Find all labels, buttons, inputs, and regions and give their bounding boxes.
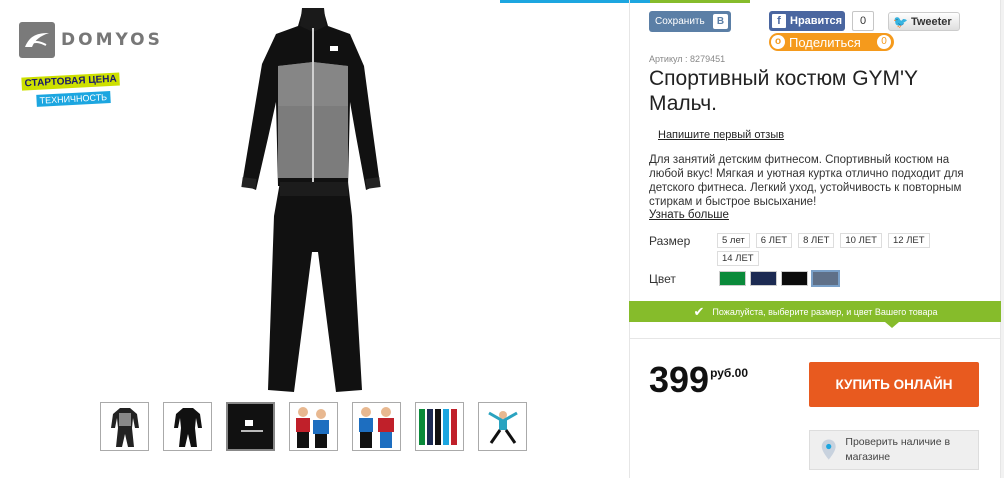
size-label: Размер — [649, 234, 691, 248]
badge-line2: ТЕХНИЧНОСТЬ — [36, 90, 111, 107]
vk-save-button[interactable]: Сохранить В — [649, 11, 731, 32]
color-swatch-black[interactable] — [781, 271, 808, 286]
size-option[interactable]: 14 ЛЕТ — [717, 251, 759, 266]
tweet-label: Tweeter — [910, 15, 952, 28]
badge-line1: СТАРТОВАЯ ЦЕНА — [21, 72, 121, 91]
product-description: Для занятий детским фитнесом. Спортивный… — [649, 154, 964, 208]
facebook-like-button[interactable]: f Нравится — [769, 11, 845, 31]
odnoklassniki-share-button[interactable]: o Поделиться 0 — [769, 33, 894, 51]
color-label: Цвет — [649, 272, 676, 286]
selection-alert: ✔ Пожалуйста, выберите размер, и цвет Ва… — [629, 301, 1002, 322]
brand-name: DOMYOS — [61, 30, 163, 50]
map-pin-icon — [821, 439, 836, 460]
vk-icon: В — [713, 14, 728, 29]
domyos-icon — [19, 22, 55, 58]
starting-price-badge: СТАРТОВАЯ ЦЕНА ТЕХНИЧНОСТЬ — [21, 68, 121, 109]
product-main-image[interactable] — [232, 6, 394, 394]
size-options: 5 лет 6 ЛЕТ 8 ЛЕТ 10 ЛЕТ 12 ЛЕТ 14 ЛЕТ — [717, 233, 947, 266]
price-currency: руб.00 — [710, 366, 749, 380]
product-price: 399 руб.00 — [649, 360, 748, 400]
facebook-icon: f — [772, 14, 786, 28]
thumbnail-kids-blue[interactable] — [352, 402, 401, 451]
checkmark-icon: ✔ — [693, 303, 705, 319]
tweet-button[interactable]: 🐦 Tweeter — [888, 12, 960, 31]
top-accent-blue — [500, 0, 650, 3]
size-option[interactable]: 5 лет — [717, 233, 750, 248]
size-option[interactable]: 6 ЛЕТ — [755, 233, 793, 248]
alert-text: Пожалуйста, выберите размер, и цвет Ваше… — [712, 306, 938, 317]
thumbnail-logo-detail[interactable] — [226, 402, 275, 451]
facebook-like-count: 0 — [852, 11, 874, 31]
check-store-availability-button[interactable]: Проверить наличие в магазине — [809, 430, 979, 470]
thumbnail-strip — [100, 402, 527, 451]
size-option[interactable]: 12 ЛЕТ — [887, 233, 930, 248]
thumbnail-front-view[interactable] — [100, 402, 149, 451]
article-number: Артикул : 8279451 — [649, 54, 726, 64]
thumbnail-kid-jumping[interactable] — [478, 402, 527, 451]
product-page: DOMYOS СТАРТОВАЯ ЦЕНА ТЕХНИЧНОСТЬ Сохран… — [0, 0, 1004, 478]
product-title: Спортивный костюм GYM'Y Мальч. — [649, 67, 918, 115]
color-options — [719, 270, 840, 287]
thumbnail-black-view[interactable] — [163, 402, 212, 451]
thumbnail-color-range[interactable] — [415, 402, 464, 451]
odnoklassniki-icon: o — [771, 35, 785, 49]
learn-more-link[interactable]: Узнать больше — [649, 209, 729, 221]
top-accent-green — [650, 0, 750, 3]
facebook-like-label: Нравится — [790, 15, 843, 27]
ok-share-count: 0 — [877, 35, 891, 49]
write-review-link[interactable]: Напишите первый отзыв — [658, 129, 784, 141]
buy-online-button[interactable]: КУПИТЬ ОНЛАЙН — [809, 362, 979, 407]
size-option[interactable]: 10 ЛЕТ — [840, 233, 882, 248]
vk-save-label: Сохранить — [655, 16, 705, 27]
twitter-bird-icon: 🐦 — [893, 14, 908, 29]
ok-share-label: Поделиться — [789, 34, 861, 50]
check-store-label: Проверить наличие в магазине — [845, 436, 951, 463]
color-swatch-green[interactable] — [719, 271, 746, 286]
color-swatch-grey-blue[interactable] — [811, 270, 840, 287]
thumbnail-kids-red[interactable] — [289, 402, 338, 451]
color-swatch-navy[interactable] — [750, 271, 777, 286]
alert-notch — [885, 322, 899, 328]
brand-logo[interactable]: DOMYOS — [19, 22, 163, 58]
price-value: 399 — [649, 359, 710, 400]
price-divider — [630, 338, 1000, 339]
column-divider — [629, 0, 630, 478]
size-option[interactable]: 8 ЛЕТ — [798, 233, 835, 248]
